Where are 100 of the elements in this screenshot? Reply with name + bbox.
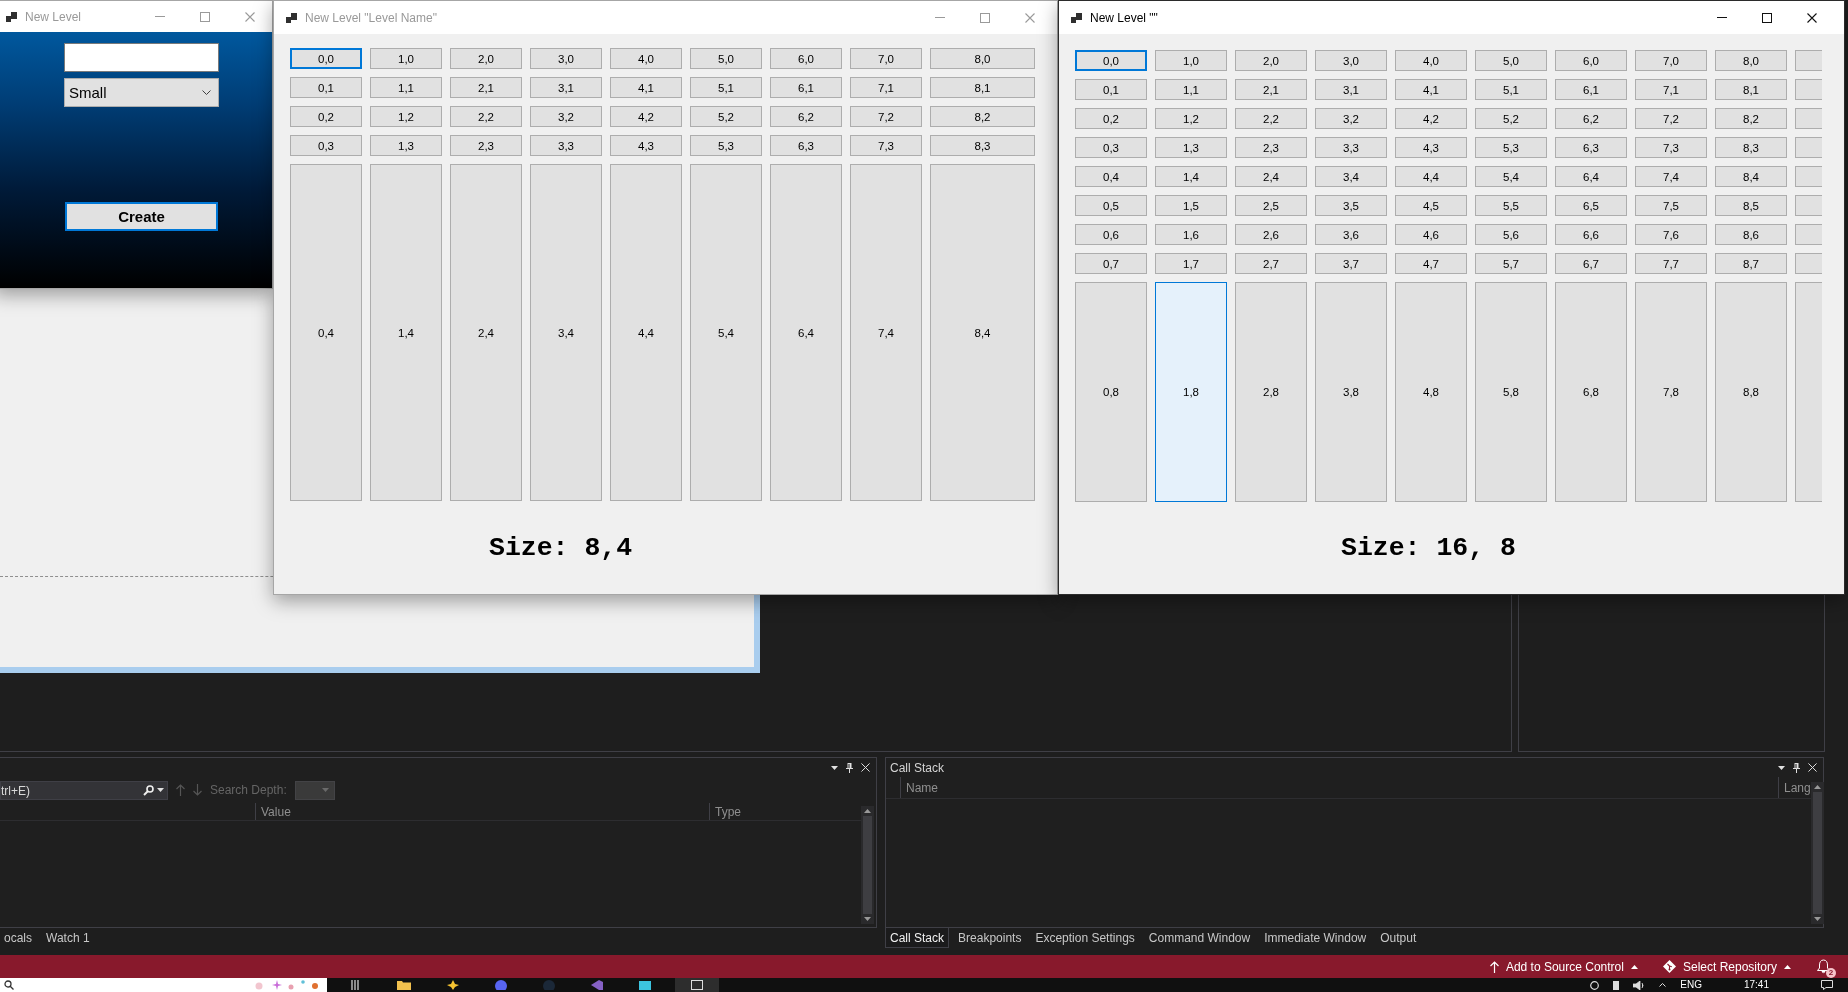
grid-button[interactable]: 3,2: [530, 106, 602, 127]
taskbar-app-button[interactable]: [675, 978, 719, 992]
status-bar-button[interactable]: Add to Source Control: [1489, 959, 1638, 974]
create-button[interactable]: Create: [65, 202, 218, 231]
volume-icon[interactable]: [1633, 980, 1646, 990]
grid-button[interactable]: 6,3: [1555, 137, 1627, 158]
grid-button[interactable]: 5,1: [1475, 79, 1547, 100]
grid-button[interactable]: 0,2: [290, 106, 362, 127]
grid-button[interactable]: 5,0: [1475, 50, 1547, 71]
grid-button[interactable]: 2,8: [1235, 282, 1307, 502]
grid-button[interactable]: 6,0: [770, 48, 842, 69]
grid-button[interactable]: 0,3: [1075, 137, 1147, 158]
grid-button[interactable]: 1,0: [370, 48, 442, 69]
grid-button[interactable]: 7,4: [1635, 166, 1707, 187]
grid-button[interactable]: 5,3: [1475, 137, 1547, 158]
grid-button[interactable]: 0,5: [1075, 195, 1147, 216]
grid-button[interactable]: 3,4: [1315, 166, 1387, 187]
grid-button[interactable]: 6,3: [770, 135, 842, 156]
folder-icon[interactable]: [397, 980, 411, 990]
tray-icon[interactable]: [1613, 980, 1620, 990]
grid-button[interactable]: 2,2: [450, 106, 522, 127]
grid-button[interactable]: 7,8: [1635, 282, 1707, 502]
grid-button[interactable]: 8,7: [1715, 253, 1787, 274]
search-field[interactable]: trl+E): [0, 781, 168, 800]
grid-button[interactable]: 2,1: [450, 77, 522, 98]
grid-button[interactable]: 7,1: [850, 77, 922, 98]
grid-button[interactable]: 3,8: [1315, 282, 1387, 502]
grid-button[interactable]: 2,4: [450, 164, 522, 501]
grid-button[interactable]: 3,2: [1315, 108, 1387, 129]
grid-button[interactable]: 4,3: [610, 135, 682, 156]
grid-button[interactable]: 6,2: [770, 106, 842, 127]
grid-button[interactable]: 3,7: [1315, 253, 1387, 274]
grid-button[interactable]: 8,3: [930, 135, 1035, 156]
panel-tab[interactable]: ocals: [0, 928, 37, 948]
grid-button[interactable]: 6,6: [1555, 224, 1627, 245]
panel-tab[interactable]: Exception Settings: [1030, 928, 1140, 948]
message-icon[interactable]: [1821, 980, 1833, 990]
grid-button[interactable]: 2,0: [450, 48, 522, 69]
grid-button[interactable]: 0,0: [1075, 50, 1147, 71]
grid-button[interactable]: 8,2: [930, 106, 1035, 127]
grid-button[interactable]: 1,8: [1155, 282, 1227, 502]
grid-button[interactable]: 4,0: [1395, 50, 1467, 71]
grid-button[interactable]: 8,5: [1715, 195, 1787, 216]
text-input-field[interactable]: [64, 43, 219, 72]
column-header[interactable]: Name: [901, 777, 1778, 798]
panel-tab[interactable]: Breakpoints: [953, 928, 1027, 948]
grid-button[interactable]: 0,2: [1075, 108, 1147, 129]
grid-button[interactable]: 5,2: [690, 106, 762, 127]
grid-button[interactable]: 4,2: [610, 106, 682, 127]
grid-button[interactable]: 5,8: [1475, 282, 1547, 502]
grid-button[interactable]: 7,5: [1635, 195, 1707, 216]
grid-button[interactable]: 0,1: [1075, 79, 1147, 100]
app-icon[interactable]: [591, 980, 603, 990]
grid-button[interactable]: 0,4: [1075, 166, 1147, 187]
grid-button[interactable]: 7,0: [1635, 50, 1707, 71]
grid-button[interactable]: 0,6: [1075, 224, 1147, 245]
grid-button[interactable]: 4,1: [610, 77, 682, 98]
grid-button[interactable]: 1,7: [1155, 253, 1227, 274]
grid-button[interactable]: 0,3: [290, 135, 362, 156]
grid-button[interactable]: 4,4: [610, 164, 682, 501]
grid-button[interactable]: [1795, 253, 1822, 274]
grid-button[interactable]: 6,8: [1555, 282, 1627, 502]
tray-icon[interactable]: [1590, 980, 1600, 990]
column-header[interactable]: Lang: [1778, 777, 1811, 798]
clock-time[interactable]: 17:41: [1743, 980, 1769, 990]
grid-button[interactable]: 2,0: [1235, 50, 1307, 71]
grid-button[interactable]: 0,4: [290, 164, 362, 501]
grid-button[interactable]: 4,1: [1395, 79, 1467, 100]
grid-button[interactable]: 6,1: [1555, 79, 1627, 100]
grid-button[interactable]: 0,7: [1075, 253, 1147, 274]
grid-button[interactable]: 3,3: [1315, 137, 1387, 158]
grid-button[interactable]: 6,4: [1555, 166, 1627, 187]
grid-button[interactable]: 8,1: [930, 77, 1035, 98]
grid-button[interactable]: 4,3: [1395, 137, 1467, 158]
grid-button[interactable]: 7,6: [1635, 224, 1707, 245]
grid-button[interactable]: 1,1: [1155, 79, 1227, 100]
panel-tab[interactable]: Output: [1375, 928, 1422, 948]
grid-button[interactable]: 3,4: [530, 164, 602, 501]
grid-button[interactable]: [1795, 137, 1822, 158]
grid-button[interactable]: 1,1: [370, 77, 442, 98]
grid-button[interactable]: 7,1: [1635, 79, 1707, 100]
grid-button[interactable]: 2,1: [1235, 79, 1307, 100]
grid-button[interactable]: 3,3: [530, 135, 602, 156]
grid-button[interactable]: 1,4: [1155, 166, 1227, 187]
grid-button[interactable]: 2,3: [450, 135, 522, 156]
grid-button[interactable]: 7,0: [850, 48, 922, 69]
task-view-icon[interactable]: [351, 980, 361, 990]
grid-button[interactable]: 2,3: [1235, 137, 1307, 158]
grid-button[interactable]: 0,0: [290, 48, 362, 69]
grid-button[interactable]: 3,0: [530, 48, 602, 69]
grid-button[interactable]: 5,0: [690, 48, 762, 69]
grid-button[interactable]: 4,2: [1395, 108, 1467, 129]
grid-button[interactable]: [1795, 79, 1822, 100]
grid-button[interactable]: 5,6: [1475, 224, 1547, 245]
square-app-icon[interactable]: [639, 980, 651, 990]
grid-button[interactable]: 3,0: [1315, 50, 1387, 71]
grid-button[interactable]: 8,0: [1715, 50, 1787, 71]
grid-button[interactable]: 1,0: [1155, 50, 1227, 71]
scrollbar-thumb[interactable]: [1812, 792, 1822, 914]
grid-button[interactable]: [1795, 50, 1822, 71]
